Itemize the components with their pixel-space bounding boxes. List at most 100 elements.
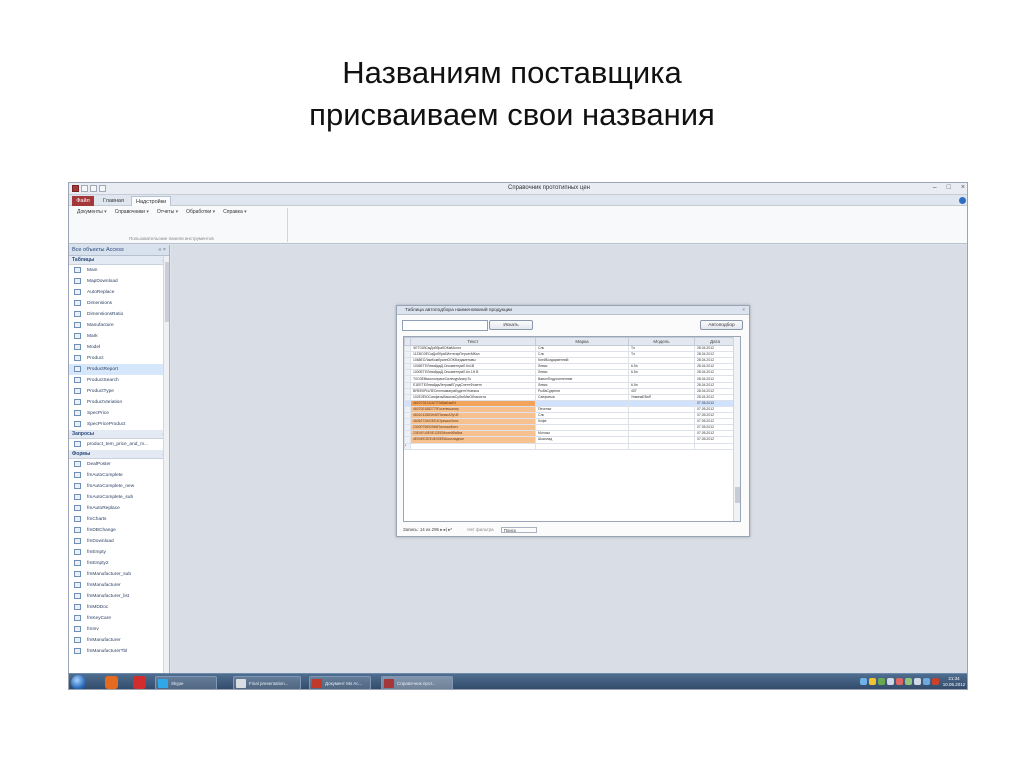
minimize-icon[interactable]: – [933,184,937,191]
system-tray [860,678,939,685]
help-icon[interactable] [959,197,966,204]
nav-item[interactable]: fmDBChange [69,525,169,536]
nav-item[interactable]: SpecPrice [69,408,169,419]
nav-item[interactable]: ProductType [69,386,169,397]
tab-file[interactable]: Файл [72,196,94,206]
yandex-icon[interactable] [133,676,146,689]
start-button[interactable] [71,675,86,689]
nav-item[interactable]: Manufacture [69,320,169,331]
form-icon [74,603,81,610]
nav-item[interactable]: fmMDDoc [69,602,169,613]
nav-item[interactable]: fmDownload [69,536,169,547]
nav-item[interactable]: fmInv [69,624,169,635]
nav-header[interactable]: Все объекты Access « × [69,245,169,256]
empty-cell[interactable] [535,442,629,450]
nav-item[interactable]: Product [69,353,169,364]
nav-item[interactable]: fmManufacturer [69,580,169,591]
nav-item[interactable]: fmAutoComplete [69,470,169,481]
menu-references[interactable]: Справочники [115,209,149,215]
taskbar-item-presentation[interactable]: Final presentation... [233,676,301,689]
menu-reports[interactable]: Отчеты [157,209,178,215]
taskbar-item-ms-access-doc[interactable]: Документ Ms Ac... [309,676,371,689]
column-header-model[interactable]: Модель [628,337,695,346]
nav-item[interactable]: product_tem_price_and_m... [69,439,169,450]
empty-cell[interactable] [694,442,736,450]
nav-item[interactable]: fmKeyCare [69,613,169,624]
menu-processing[interactable]: Обработки [186,209,215,215]
tray-icon[interactable] [932,678,939,685]
nav-search-box[interactable]: Поиск [500,526,537,533]
taskbar-clock[interactable]: 21:34 10.05.2012 [942,676,966,688]
nav-item-label: AutoReplace [87,290,115,295]
nav-item[interactable]: Main [69,265,169,276]
tab-addins[interactable]: Надстройки [131,196,172,206]
record-nav-arrows[interactable]: ▸ ▸| ▸* [440,527,452,532]
nav-item[interactable]: ProductVariation [69,397,169,408]
nav-scrollbar[interactable] [163,256,169,673]
nav-item[interactable]: fmManufacturer_sub [69,569,169,580]
nav-item[interactable]: Dimensions [69,298,169,309]
nav-section-tables[interactable]: Таблицы ▴ [69,256,169,265]
record-counter[interactable]: Запись: 14 из 295 [403,527,439,532]
column-header-date[interactable]: Дата [694,337,736,346]
empty-cell[interactable] [628,442,695,450]
nav-item[interactable]: fmAutoComplete_sub [69,492,169,503]
column-header-mark[interactable]: Марка [535,337,629,346]
nav-section-queries[interactable]: Запросы ▴ [69,430,169,439]
nav-collapse-icon[interactable]: « × [158,245,166,256]
nav-item[interactable]: ProductReport [69,364,169,375]
nav-item[interactable]: DealPoster [69,459,169,470]
autoselect-button[interactable]: Автоподбор [700,320,743,330]
nav-item[interactable]: fmAutoComplete_new [69,481,169,492]
menu-documents[interactable]: Документы [77,209,107,215]
nav-item[interactable]: SpecPriceProduct [69,419,169,430]
empty-cell[interactable] [410,442,536,450]
nav-item[interactable]: ProductSearch [69,375,169,386]
grid-scrollbar[interactable] [733,337,740,521]
undo-icon[interactable] [90,185,97,192]
new-record-row[interactable]: * [404,442,736,450]
nav-item[interactable]: fmAutoReplace [69,503,169,514]
nav-item[interactable]: fmEmpty2 [69,558,169,569]
taskbar-item-skype[interactable]: Skype [155,676,217,689]
tray-icon[interactable] [878,678,885,685]
tray-icon[interactable] [905,678,912,685]
nav-item[interactable]: fmManufacturerTbl [69,646,169,657]
nav-item[interactable]: DimensionsRatio [69,309,169,320]
taskbar-item-price-reference[interactable]: Справочник прот... [381,676,453,689]
close-icon[interactable]: × [742,306,745,315]
menu-help[interactable]: Справка [223,209,247,215]
nav-item[interactable]: AutoReplace [69,287,169,298]
nav-scroll-thumb[interactable] [165,262,169,322]
search-input[interactable] [402,320,488,331]
nav-item[interactable]: Model [69,342,169,353]
close-icon[interactable]: × [961,184,965,191]
volume-icon[interactable] [914,678,921,685]
nav-item[interactable]: Mark [69,331,169,342]
nav-item[interactable]: fmManufacturer [69,635,169,646]
nav-item-label: Main [87,268,98,273]
redo-icon[interactable] [99,185,106,192]
column-header-text[interactable]: Текст [410,337,536,346]
tray-icon[interactable] [860,678,867,685]
nav-section-label: Таблицы [72,257,95,263]
maximize-icon[interactable]: □ [947,184,951,191]
network-icon[interactable] [887,678,894,685]
nav-item[interactable]: fmEmpty [69,547,169,558]
nav-section-forms[interactable]: Формы ▴ [69,450,169,459]
find-button[interactable]: Искать [489,320,533,330]
nav-item[interactable]: fmCharts [69,514,169,525]
nav-item[interactable]: MapDownload [69,276,169,287]
firefox-icon[interactable] [105,676,118,689]
nav-item-label: fmDBChange [87,528,116,533]
tray-icon[interactable] [896,678,903,685]
save-icon[interactable] [81,185,88,192]
tray-icon[interactable] [869,678,876,685]
access-app-icon[interactable] [72,185,79,192]
nav-item[interactable]: fmManufacturer_list [69,591,169,602]
language-icon[interactable] [923,678,930,685]
nav-item-label: fmManufacturer_list [87,594,130,599]
filter-indicator[interactable]: Нет фильтра [467,526,493,534]
grid-scroll-thumb[interactable] [735,487,740,503]
tab-home[interactable]: Главная [99,196,128,206]
